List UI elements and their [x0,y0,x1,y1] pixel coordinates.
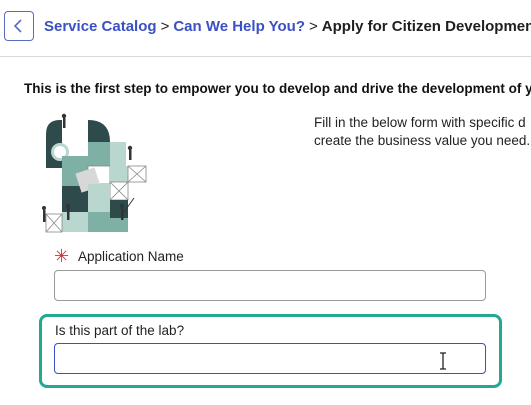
back-button[interactable] [4,11,34,41]
citizen-development-illustration [42,113,147,233]
lab-part-input[interactable] [54,343,486,374]
intro-text: This is the first step to empower you to… [24,81,531,96]
application-name-label: Application Name [78,249,184,264]
lab-part-label: Is this part of the lab? [55,323,185,338]
breadcrumb-can-we-help-you[interactable]: Can We Help You? [173,18,305,35]
application-name-input[interactable] [54,270,486,301]
text-cursor-icon [440,352,446,370]
description-line: create the business value you need. [314,133,531,148]
required-marker: ✳ [54,246,70,266]
description-line: Fill in the below form with specific d [314,115,526,130]
breadcrumb-current-page: Apply for Citizen Development [321,18,531,35]
breadcrumb-service-catalog[interactable]: Service Catalog [44,18,157,35]
breadcrumb-separator: > [309,18,318,35]
breadcrumb-separator: > [160,18,170,35]
chevron-left-icon [13,19,22,33]
breadcrumb: Service Catalog > Can We Help You? > Apply f… [44,18,531,35]
header-divider [0,56,531,57]
form-description: Fill in the below form with specific d c… [314,114,530,150]
header-bar: Service Catalog > Can We Help You? > Apply f… [0,0,531,56]
